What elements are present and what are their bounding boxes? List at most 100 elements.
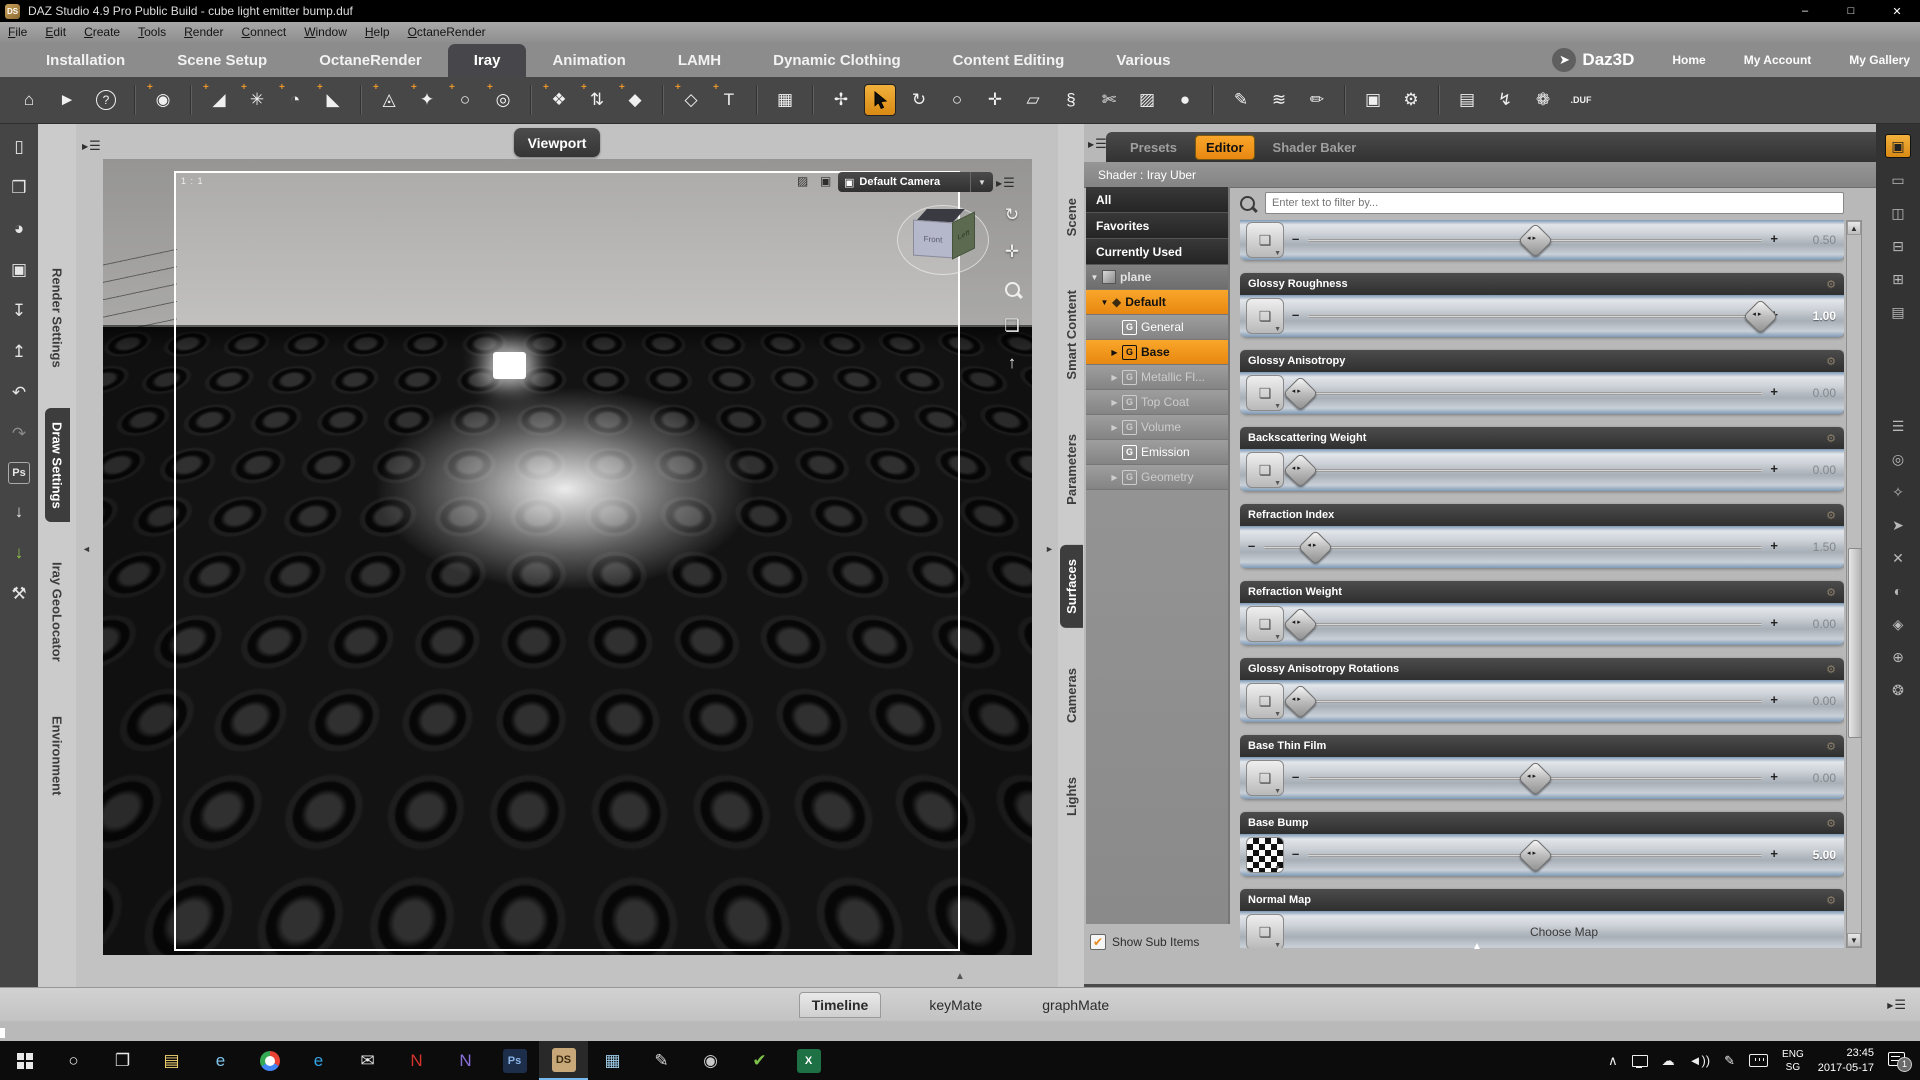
new-spotlight-icon[interactable]: ◢+ xyxy=(204,85,234,115)
view-cube-front-face[interactable]: Front xyxy=(913,220,953,259)
activity-tab-content-editing[interactable]: Content Editing xyxy=(927,44,1091,77)
view-cube-gizmo[interactable]: Front Left xyxy=(895,195,995,287)
activity-tab-dynamic-clothing[interactable]: Dynamic Clothing xyxy=(747,44,927,77)
property-scrollbar[interactable]: ▲ ▼ xyxy=(1846,220,1862,948)
filter-all[interactable]: All xyxy=(1086,187,1228,213)
right-tab-parameters[interactable]: Parameters xyxy=(1060,420,1083,519)
render-camera-icon[interactable]: ▤ xyxy=(1452,85,1482,115)
zoom-camera-icon[interactable] xyxy=(1000,277,1024,301)
map-button[interactable]: ❏▼ xyxy=(1246,298,1284,334)
translate-tool-icon[interactable]: ✛ xyxy=(980,85,1010,115)
right-tab-smart-content[interactable]: Smart Content xyxy=(1060,276,1083,394)
tray-pen-icon[interactable]: ✎ xyxy=(1724,1053,1735,1069)
map-button[interactable]: ❏▼ xyxy=(1246,222,1284,258)
photoshop-bridge-icon[interactable]: Ps xyxy=(8,462,30,484)
slider-decrement[interactable]: – xyxy=(1292,307,1299,322)
iray-render-icon[interactable]: ↯ xyxy=(1490,85,1520,115)
node-pick-tool-icon[interactable]: ● xyxy=(1170,85,1200,115)
slider-track[interactable]: –+◂▸ xyxy=(1290,453,1780,487)
surface-selection-tool-icon[interactable]: ▨ xyxy=(1132,85,1162,115)
orbit-camera-icon[interactable]: ↻ xyxy=(1000,203,1024,227)
scroll-down-button[interactable]: ▼ xyxy=(1847,933,1861,947)
menu-file[interactable]: File xyxy=(8,25,27,39)
pane-layout-split-h-icon[interactable]: ⊟ xyxy=(1886,235,1910,257)
download-icon[interactable]: ↓ xyxy=(6,499,32,525)
activity-tab-installation[interactable]: Installation xyxy=(20,44,151,77)
filter-favorites[interactable]: Favorites xyxy=(1086,213,1228,239)
pane-layout-active-icon[interactable]: ▣ xyxy=(1885,134,1911,158)
viewport-canvas[interactable]: 1 : 1 ▣ Default Camera ▼ ▶☰ ↻✛❏↑ Front L… xyxy=(103,159,1032,955)
hair-strokes-icon[interactable]: ≋ xyxy=(1264,85,1294,115)
pane-list-icon[interactable]: ☰ xyxy=(1886,415,1910,437)
smart-content-icon[interactable]: ◕ xyxy=(6,216,32,242)
slider-increment[interactable]: + xyxy=(1770,846,1778,861)
new-camera-icon[interactable]: ◉+ xyxy=(148,85,178,115)
panel-pane-menu-icon[interactable]: ▶☰ xyxy=(1088,136,1107,152)
new-prop-icon[interactable]: ◇+ xyxy=(676,85,706,115)
pointer-settings-icon[interactable]: ⚙ xyxy=(1396,85,1426,115)
internet-explorer-icon[interactable]: e xyxy=(196,1041,245,1080)
bottom-tab-keymate[interactable]: keyMate xyxy=(917,993,994,1017)
scrollbar-thumb[interactable] xyxy=(1848,548,1862,739)
panel-tab-editor[interactable]: Editor xyxy=(1195,135,1255,160)
tree-item-general[interactable]: GGeneral xyxy=(1086,315,1228,340)
scroll-up-button[interactable]: ▲ xyxy=(1847,221,1861,235)
camera-view-icon[interactable]: ▣ xyxy=(820,174,831,188)
right-tab-surfaces[interactable]: Surfaces xyxy=(1060,545,1083,628)
pane-diamond-icon[interactable]: ◈ xyxy=(1886,613,1910,635)
pan-camera-icon[interactable]: ✛ xyxy=(1000,240,1024,264)
activity-tab-lamh[interactable]: LAMH xyxy=(652,44,747,77)
chrome-icon[interactable] xyxy=(245,1041,294,1080)
scale-tool-icon[interactable]: ○ xyxy=(942,85,972,115)
slider-increment[interactable]: + xyxy=(1770,461,1778,476)
new-hierarchy-icon[interactable]: ⇅+ xyxy=(582,85,612,115)
rotate-tool-icon[interactable]: ↻ xyxy=(904,85,934,115)
gear-icon[interactable]: ⚙ xyxy=(1826,509,1836,522)
slider-track[interactable]: –+◂▸ xyxy=(1290,761,1780,795)
frame-camera-icon[interactable]: ❏ xyxy=(1000,314,1024,338)
tree-item-default[interactable]: ▼◆Default xyxy=(1086,290,1228,315)
tree-expand-arrow[interactable]: ▶ xyxy=(1109,373,1120,382)
right-tab-scene[interactable]: Scene xyxy=(1060,184,1083,250)
slider-track[interactable]: –+◂▸ xyxy=(1290,838,1780,872)
tree-item-top-coat[interactable]: ▶GTop Coat xyxy=(1086,390,1228,415)
pane-star-icon[interactable]: ✧ xyxy=(1886,481,1910,503)
slider-increment[interactable]: + xyxy=(1770,384,1778,399)
tree-item-plane[interactable]: ▼plane xyxy=(1086,265,1228,290)
link-my-account[interactable]: My Account xyxy=(1744,53,1812,67)
taskbar-clock[interactable]: 23:45 2017-05-17 xyxy=(1818,1046,1874,1075)
menu-render[interactable]: Render xyxy=(184,25,223,39)
tree-item-emission[interactable]: GEmission xyxy=(1086,440,1228,465)
new-cone-icon[interactable]: ◬+ xyxy=(374,85,404,115)
grid-snap-icon[interactable]: ▦ xyxy=(770,85,800,115)
tree-item-volume[interactable]: ▶GVolume xyxy=(1086,415,1228,440)
lasso-tool-icon[interactable]: ✄ xyxy=(1094,85,1124,115)
tray-keyboard-icon[interactable] xyxy=(1749,1054,1768,1067)
start-button[interactable] xyxy=(0,1041,49,1080)
viewport-pane-menu-icon[interactable]: ▶☰ xyxy=(82,138,101,154)
open-document-icon[interactable]: ❒ xyxy=(6,175,32,201)
tray-network-icon[interactable] xyxy=(1632,1055,1648,1067)
tree-expand-arrow[interactable]: ▶ xyxy=(1109,473,1120,482)
pane-close-icon[interactable]: ✕ xyxy=(1886,547,1910,569)
region-editor-icon[interactable]: ✏ xyxy=(1302,85,1332,115)
tool-icon[interactable]: ⚒ xyxy=(6,581,32,607)
pane-target-icon[interactable]: ◎ xyxy=(1886,448,1910,470)
pane-node-icon[interactable]: ⊕ xyxy=(1886,646,1910,668)
bottom-tab-graphmate[interactable]: graphMate xyxy=(1030,993,1121,1017)
slider-decrement[interactable]: – xyxy=(1292,231,1299,246)
left-tab-draw-settings[interactable]: Draw Settings xyxy=(45,408,70,523)
undo-icon[interactable]: ↶ xyxy=(6,380,32,406)
slider-track[interactable]: –+◂▸ xyxy=(1290,684,1780,718)
slider-increment[interactable]: + xyxy=(1770,538,1778,553)
gear-icon[interactable]: ⚙ xyxy=(1826,740,1836,753)
menu-help[interactable]: Help xyxy=(365,25,390,39)
pane-layout-split-v-icon[interactable]: ◫ xyxy=(1886,202,1910,224)
map-button[interactable]: ❏▼ xyxy=(1246,606,1284,642)
map-button[interactable]: ❏▼ xyxy=(1246,375,1284,411)
plane-tool-icon[interactable]: ▱ xyxy=(1018,85,1048,115)
netflix-icon[interactable]: N xyxy=(392,1041,441,1080)
show-sub-items-checkbox[interactable]: ✔ xyxy=(1090,934,1106,950)
map-button[interactable]: ❏▼ xyxy=(1246,683,1284,719)
viewport-tab[interactable]: Viewport xyxy=(514,128,600,157)
